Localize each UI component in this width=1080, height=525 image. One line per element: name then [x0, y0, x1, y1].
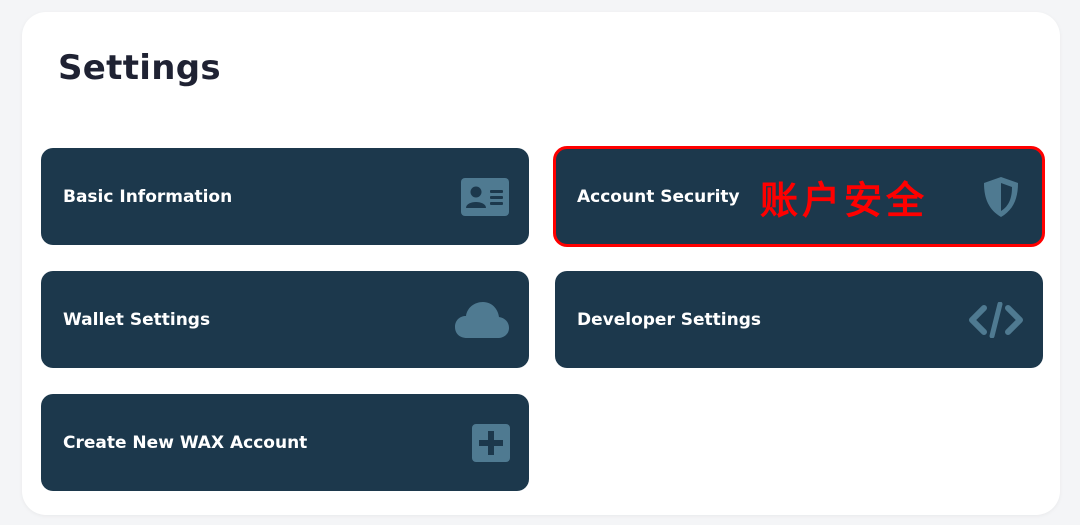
cloud-icon — [455, 301, 509, 338]
card-label: Account Security — [577, 186, 740, 207]
settings-panel: Settings Basic Information Account Secur… — [22, 12, 1060, 515]
create-new-wax-account-card[interactable]: Create New WAX Account — [41, 394, 529, 491]
card-label: Create New WAX Account — [63, 432, 308, 453]
card-label: Basic Information — [63, 186, 233, 207]
shield-icon — [984, 176, 1018, 217]
annotation-label: 账户安全 — [760, 178, 929, 222]
wallet-settings-card[interactable]: Wallet Settings — [41, 271, 529, 368]
basic-information-card[interactable]: Basic Information — [41, 148, 529, 245]
account-security-card[interactable]: Account Security 账户安全 — [553, 146, 1045, 247]
code-icon — [969, 301, 1023, 338]
developer-settings-card[interactable]: Developer Settings — [555, 271, 1043, 368]
plus-square-icon — [472, 423, 510, 462]
page-title: Settings — [58, 48, 221, 88]
card-label: Wallet Settings — [63, 309, 211, 330]
id-card-icon — [461, 177, 509, 216]
card-label: Developer Settings — [577, 309, 762, 330]
